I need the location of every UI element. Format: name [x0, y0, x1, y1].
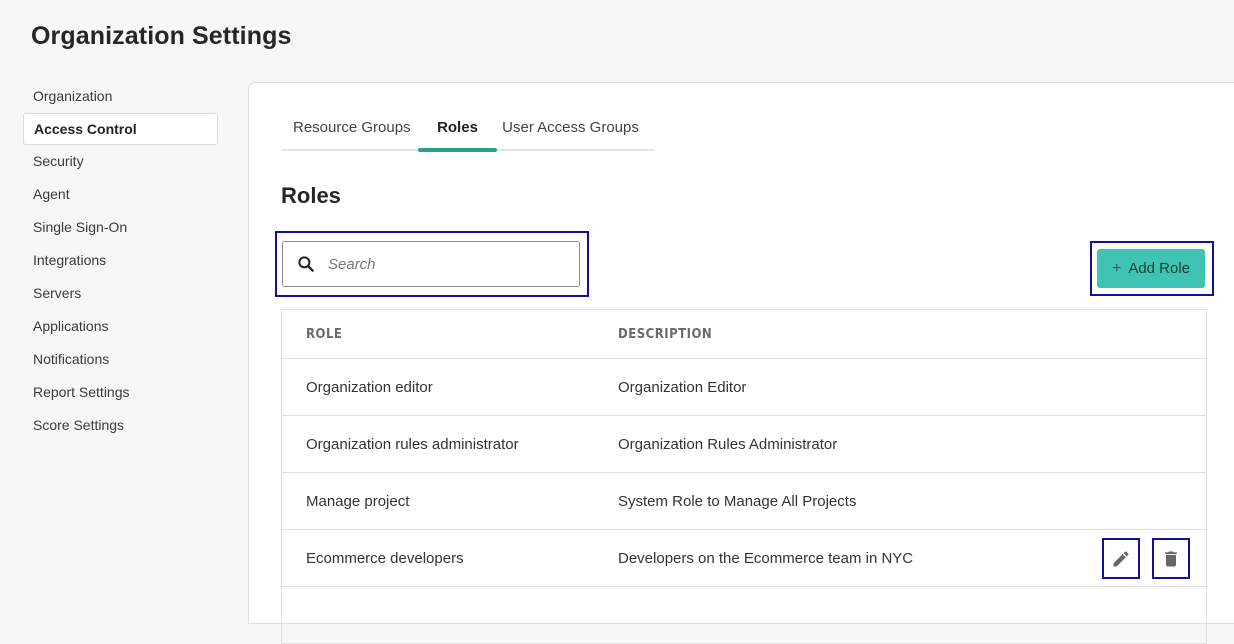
sidebar-item-report-settings[interactable]: Report Settings — [23, 376, 218, 409]
plus-icon: + — [1111, 259, 1122, 277]
sidebar-item-single-sign-on[interactable]: Single Sign-On — [23, 211, 218, 244]
table-header: ROLE DESCRIPTION — [282, 310, 1206, 359]
pencil-icon — [1113, 550, 1129, 566]
table-row[interactable]: Ecommerce developers Developers on the E… — [282, 530, 1206, 587]
search-icon — [298, 256, 314, 272]
role-name: Ecommerce developers — [306, 549, 464, 567]
table-row[interactable]: Organization editor Organization Editor — [282, 359, 1206, 416]
column-header-description[interactable]: DESCRIPTION — [618, 327, 1206, 342]
role-name: Manage project — [306, 492, 410, 510]
page-title: Organization Settings — [31, 22, 292, 50]
tab-bar: Resource Groups Roles User Access Groups — [282, 109, 654, 152]
search-input[interactable] — [326, 254, 570, 274]
column-header-role[interactable]: ROLE — [282, 327, 618, 342]
role-description: Organization Editor — [618, 378, 747, 396]
sidebar-nav: Organization Access Control Security Age… — [23, 80, 218, 442]
sidebar-item-notifications[interactable]: Notifications — [23, 343, 218, 376]
table-row[interactable]: Organization rules administrator Organiz… — [282, 416, 1206, 473]
role-name: Organization rules administrator — [306, 435, 519, 453]
sidebar-item-agent[interactable]: Agent — [23, 178, 218, 211]
table-row[interactable] — [282, 587, 1206, 644]
search-field[interactable] — [282, 241, 580, 287]
tab-resource-groups[interactable]: Resource Groups — [282, 109, 418, 149]
row-actions — [1102, 538, 1190, 579]
sidebar-item-servers[interactable]: Servers — [23, 277, 218, 310]
add-role-label: Add Role — [1128, 260, 1191, 277]
sidebar-item-integrations[interactable]: Integrations — [23, 244, 218, 277]
role-description: System Role to Manage All Projects — [618, 492, 857, 510]
tab-roles[interactable]: Roles — [418, 109, 497, 152]
add-role-container: + Add Role — [1090, 241, 1214, 296]
sidebar-item-score-settings[interactable]: Score Settings — [23, 409, 218, 442]
sidebar-item-applications[interactable]: Applications — [23, 310, 218, 343]
add-role-button[interactable]: + Add Role — [1097, 249, 1205, 288]
section-title: Roles — [281, 183, 341, 208]
search-container — [275, 231, 589, 297]
table-row[interactable]: Manage project System Role to Manage All… — [282, 473, 1206, 530]
role-description: Organization Rules Administrator — [618, 435, 838, 453]
sidebar-item-access-control[interactable]: Access Control — [23, 113, 218, 145]
tab-user-access-groups[interactable]: User Access Groups — [497, 109, 644, 149]
trash-icon — [1165, 551, 1177, 566]
roles-table: ROLE DESCRIPTION Organization editor Org… — [281, 309, 1207, 644]
content-panel: Resource Groups Roles User Access Groups… — [248, 82, 1234, 644]
sidebar-item-organization[interactable]: Organization — [23, 80, 218, 113]
delete-role-button[interactable] — [1152, 538, 1190, 579]
role-name: Organization editor — [306, 378, 433, 396]
edit-role-button[interactable] — [1102, 538, 1140, 579]
sidebar-item-security[interactable]: Security — [23, 145, 218, 178]
